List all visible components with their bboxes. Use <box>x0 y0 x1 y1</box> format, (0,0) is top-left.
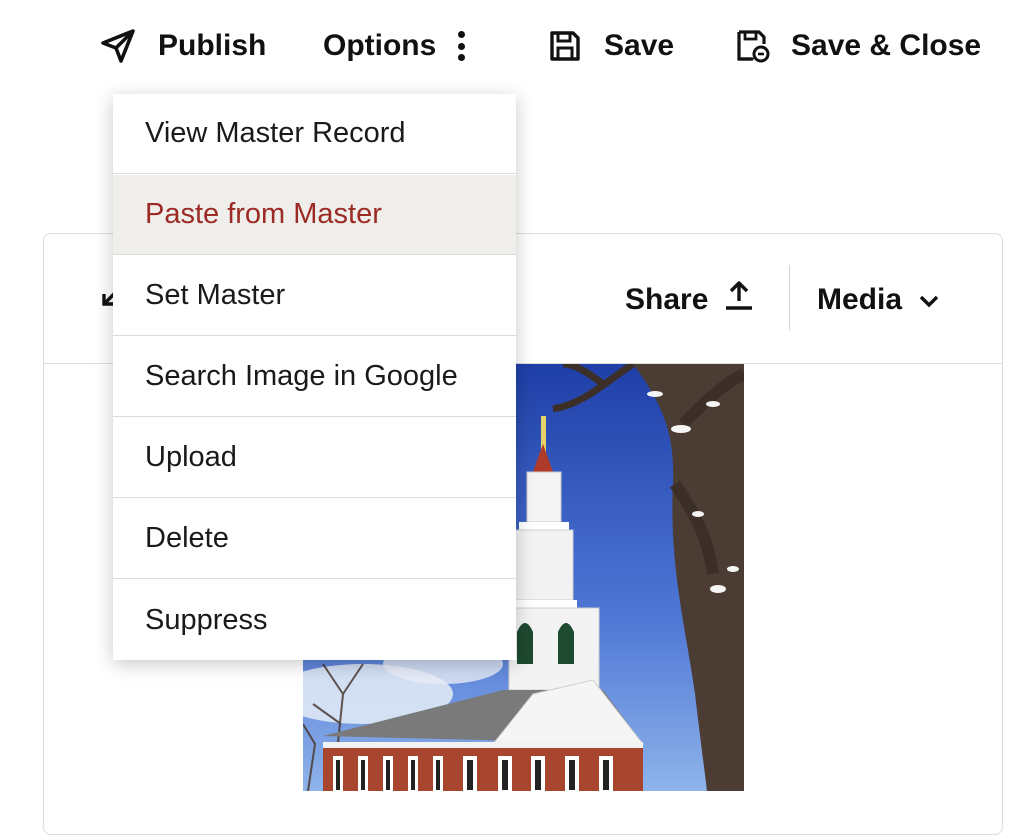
options-menu: View Master Record Paste from Master Set… <box>113 94 516 660</box>
menu-item-view-master-record[interactable]: View Master Record <box>113 94 516 174</box>
save-button[interactable]: Save <box>548 24 674 68</box>
menu-item-label: View Master Record <box>145 117 406 149</box>
menu-item-label: Search Image in Google <box>145 360 458 392</box>
floppy-close-icon <box>735 28 771 64</box>
save-label: Save <box>604 29 675 62</box>
share-label: Share <box>625 283 709 316</box>
send-icon <box>100 28 136 64</box>
menu-item-label: Paste from Master <box>145 198 382 230</box>
media-dropdown[interactable]: Media <box>817 278 940 322</box>
options-label: Options <box>323 29 437 62</box>
menu-item-upload[interactable]: Upload <box>113 418 516 498</box>
menu-item-label: Suppress <box>145 603 268 636</box>
save-close-button[interactable]: Save & Close <box>735 24 981 68</box>
menu-item-set-master[interactable]: Set Master <box>113 256 516 336</box>
menu-item-label: Upload <box>145 441 237 473</box>
share-upload-icon <box>708 279 756 321</box>
chevron-down-icon <box>902 283 940 317</box>
kebab-icon <box>458 31 466 61</box>
floppy-icon <box>548 29 582 63</box>
media-label: Media <box>817 283 903 316</box>
save-close-label: Save & Close <box>791 29 982 62</box>
publish-label: Publish <box>158 29 267 62</box>
publish-button[interactable]: Publish <box>100 24 266 68</box>
menu-item-label: Delete <box>145 522 229 554</box>
menu-item-suppress[interactable]: Suppress <box>113 580 516 660</box>
header-divider <box>789 265 790 331</box>
share-button[interactable]: Share <box>625 278 756 322</box>
menu-item-delete[interactable]: Delete <box>113 499 516 579</box>
menu-item-label: Set Master <box>145 279 286 311</box>
menu-item-search-image-google[interactable]: Search Image in Google <box>113 337 516 417</box>
top-toolbar: Publish Options Save Save & Close <box>0 0 1024 92</box>
options-button[interactable]: Options <box>323 24 466 68</box>
menu-item-paste-from-master[interactable]: Paste from Master <box>113 175 516 255</box>
